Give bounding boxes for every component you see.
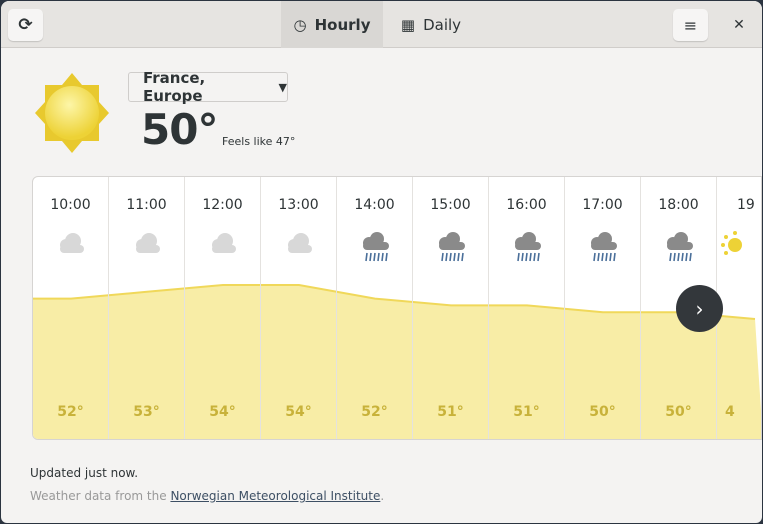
chevron-right-icon: ›: [695, 296, 704, 321]
rain-icon: [587, 231, 619, 267]
partly-sunny-icon: [719, 231, 751, 267]
hour-time: 11:00: [126, 197, 167, 213]
hour-column: 16:00 51°: [489, 177, 565, 439]
hour-column: 10:00 52°: [33, 177, 109, 439]
dropdown-arrow-icon: ▼: [278, 80, 287, 94]
close-button[interactable]: ✕: [723, 9, 755, 41]
rain-icon: [663, 231, 695, 267]
refresh-icon: ⟳: [18, 15, 33, 35]
hour-time: 12:00: [202, 197, 243, 213]
rain-icon: [435, 231, 467, 267]
tab-daily[interactable]: ▦ Daily: [385, 1, 477, 48]
hour-time: 18:00: [658, 197, 699, 213]
refresh-button[interactable]: ⟳: [8, 9, 43, 41]
source-link[interactable]: Norwegian Meteorological Institute: [170, 489, 380, 503]
sun-icon: [35, 73, 109, 153]
hour-column: 11:00 53°: [109, 177, 185, 439]
hour-time: 17:00: [582, 197, 623, 213]
hour-time: 10:00: [50, 197, 91, 213]
calendar-icon: ▦: [400, 15, 416, 34]
hour-temperature: 52°: [57, 404, 84, 420]
hour-column: 13:00 54°: [261, 177, 337, 439]
cloudy-icon: [131, 231, 163, 263]
cloudy-icon: [55, 231, 87, 263]
hourly-forecast-panel[interactable]: 10:00 52° 11:00 53° 12:00 54° 13:00 54° 14:00 52°…: [32, 176, 762, 440]
location-dropdown[interactable]: France, Europe ▼: [128, 69, 288, 105]
hour-time: 16:00: [506, 197, 547, 213]
menu-button[interactable]: ≡: [673, 9, 708, 41]
cloudy-icon: [207, 231, 239, 263]
hour-time: 14:00: [354, 197, 395, 213]
hour-column: 15:00 51°: [413, 177, 489, 439]
header-bar: ⟳ ◷ Hourly ▦ Daily ≡ ✕: [1, 1, 762, 48]
hour-column: 19 4: [717, 177, 761, 439]
hour-temperature: 52°: [361, 404, 388, 420]
data-source: Weather data from the Norwegian Meteorol…: [30, 489, 385, 503]
close-icon: ✕: [733, 17, 745, 33]
hamburger-icon: ≡: [683, 15, 698, 35]
hour-temperature: 54°: [285, 404, 312, 420]
hour-column: 14:00 52°: [337, 177, 413, 439]
hour-temperature: 53°: [133, 404, 160, 420]
hour-column: 12:00 54°: [185, 177, 261, 439]
hour-column: 17:00 50°: [565, 177, 641, 439]
hour-temperature: 50°: [589, 404, 616, 420]
clock-icon: ◷: [293, 15, 307, 34]
hour-temperature: 51°: [513, 404, 540, 420]
updated-status: Updated just now.: [30, 466, 139, 480]
hour-temperature: 51°: [437, 404, 464, 420]
hour-time: 13:00: [278, 197, 319, 213]
hour-time: 15:00: [430, 197, 471, 213]
tab-hourly[interactable]: ◷ Hourly: [281, 1, 383, 48]
hour-time: 19: [737, 197, 755, 213]
cloudy-icon: [283, 231, 315, 263]
current-temperature: 50°: [141, 105, 218, 154]
hour-temperature: 4: [725, 404, 735, 420]
rain-icon: [511, 231, 543, 267]
scroll-next-button[interactable]: ›: [676, 285, 723, 332]
feels-like: Feels like 47°: [222, 135, 296, 148]
hour-temperature: 50°: [665, 404, 692, 420]
rain-icon: [359, 231, 391, 267]
hour-temperature: 54°: [209, 404, 236, 420]
weather-window: ⟳ ◷ Hourly ▦ Daily ≡ ✕ France, Europe ▼ 50°…: [1, 1, 762, 523]
